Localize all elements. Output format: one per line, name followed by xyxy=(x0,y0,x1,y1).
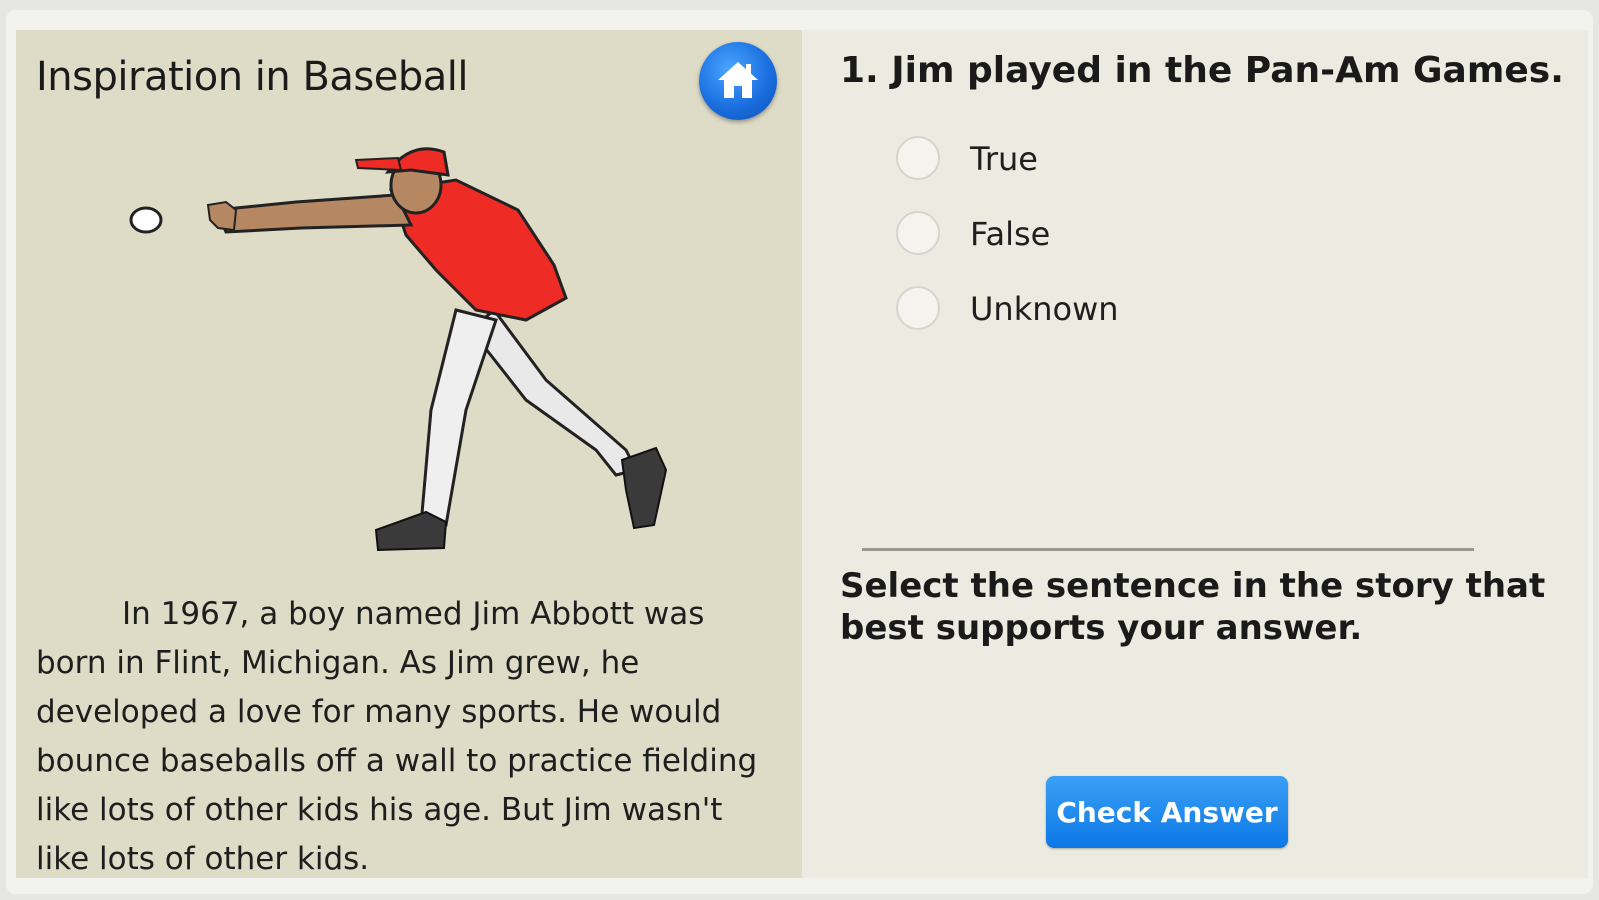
radio-button[interactable] xyxy=(896,136,940,180)
radio-button[interactable] xyxy=(896,211,940,255)
pitcher-illustration xyxy=(129,147,668,552)
home-button[interactable] xyxy=(699,42,777,120)
radio-button[interactable] xyxy=(896,286,940,330)
instruction-text: Select the sentence in the story that be… xyxy=(840,566,1546,648)
divider xyxy=(862,548,1474,551)
check-answer-button[interactable]: Check Answer xyxy=(1046,776,1288,848)
story-text[interactable]: In 1967, a boy named Jim Abbott was born… xyxy=(36,590,766,878)
option-label: False xyxy=(970,215,1051,253)
question-text: 1. Jim played in the Pan-Am Games. xyxy=(840,50,1564,91)
story-title: Inspiration in Baseball xyxy=(36,54,469,100)
home-icon xyxy=(718,62,758,98)
baseball xyxy=(129,206,163,234)
option-label: True xyxy=(970,140,1038,178)
question-panel: 1. Jim played in the Pan-Am Games. True … xyxy=(802,30,1588,878)
option-label: Unknown xyxy=(970,290,1119,328)
story-panel: Inspiration in Baseball In 1967, a boy n… xyxy=(16,30,802,878)
